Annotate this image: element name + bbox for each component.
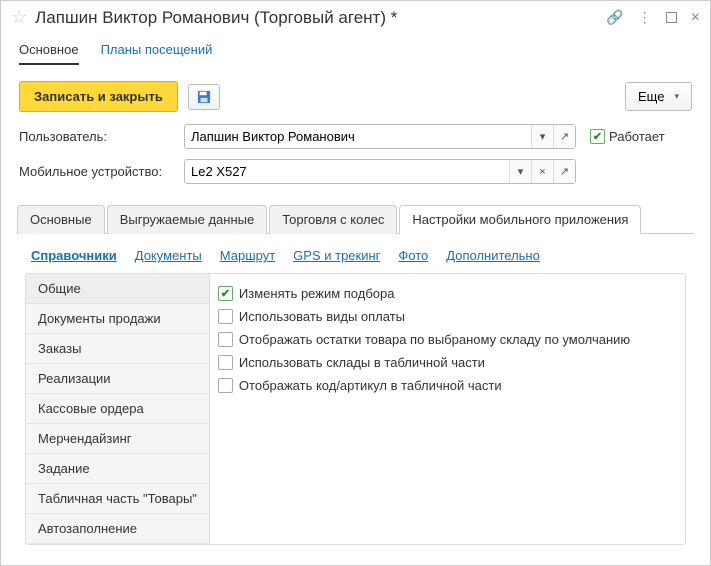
side-item-goods-table[interactable]: Табличная часть "Товары" — [26, 484, 209, 514]
form-area: Пользователь: ▾ ↗ ✔ Работает Мобильное у… — [1, 122, 710, 204]
user-open-button[interactable]: ↗ — [553, 125, 575, 148]
checkbox-icon[interactable] — [218, 355, 233, 370]
chevron-down-icon: ▾ — [674, 91, 679, 102]
tab-mobile-settings[interactable]: Настройки мобильного приложения — [399, 205, 641, 234]
options-pane: ✔ Изменять режим подбора Использовать ви… — [210, 274, 685, 544]
side-item-realizations[interactable]: Реализации — [26, 364, 209, 394]
device-dropdown-button[interactable]: ▾ — [509, 160, 531, 183]
option-show-code-in-table[interactable]: Отображать код/артикул в табличной части — [214, 374, 681, 397]
option-show-stock-default-warehouse[interactable]: Отображать остатки товара по выбраному с… — [214, 328, 681, 351]
side-item-sales-docs[interactable]: Документы продажи — [26, 304, 209, 334]
user-input[interactable] — [185, 125, 531, 148]
subnav-route[interactable]: Маршрут — [220, 248, 275, 263]
subnav-photo[interactable]: Фото — [398, 248, 428, 263]
kebab-menu-icon[interactable]: ⋮ — [638, 9, 652, 26]
tab-van-sales[interactable]: Торговля с колес — [269, 205, 397, 234]
titlebar-controls: 🔗 ⋮ × — [606, 9, 700, 27]
checkbox-icon[interactable] — [218, 332, 233, 347]
save-and-close-button[interactable]: Записать и закрыть — [19, 81, 178, 112]
titlebar: ☆ Лапшин Виктор Романович (Торговый аген… — [1, 1, 710, 34]
device-row: Мобильное устройство: ▾ × ↗ — [19, 159, 692, 184]
option-label: Использовать виды оплаты — [239, 309, 405, 324]
tab-export-data[interactable]: Выгружаемые данные — [107, 205, 268, 234]
favorite-star-icon[interactable]: ☆ — [11, 7, 27, 28]
option-label: Использовать склады в табличной части — [239, 355, 485, 370]
save-button[interactable] — [188, 84, 220, 110]
option-change-selection-mode[interactable]: ✔ Изменять режим подбора — [214, 282, 681, 305]
side-item-cash-orders[interactable]: Кассовые ордера — [26, 394, 209, 424]
close-icon[interactable]: × — [691, 9, 700, 27]
subnav-catalogs[interactable]: Справочники — [31, 248, 117, 263]
option-use-payment-types[interactable]: Использовать виды оплаты — [214, 305, 681, 328]
tab-strip: Основные Выгружаемые данные Торговля с к… — [17, 204, 694, 234]
floppy-icon — [197, 90, 211, 104]
device-input[interactable] — [185, 160, 509, 183]
side-list: Общие Документы продажи Заказы Реализаци… — [26, 274, 210, 544]
subnav-documents[interactable]: Документы — [135, 248, 202, 263]
device-label: Мобильное устройство: — [19, 164, 184, 179]
more-button[interactable]: Еще ▾ — [625, 82, 692, 111]
maximize-icon[interactable] — [666, 10, 677, 26]
side-item-task[interactable]: Задание — [26, 454, 209, 484]
subnav-gps[interactable]: GPS и трекинг — [293, 248, 380, 263]
window-title: Лапшин Виктор Романович (Торговый агент)… — [35, 8, 598, 28]
side-item-merchandising[interactable]: Мерчендайзинг — [26, 424, 209, 454]
device-open-button[interactable]: ↗ — [553, 160, 575, 183]
works-label: Работает — [609, 129, 665, 144]
user-dropdown-button[interactable]: ▾ — [531, 125, 553, 148]
user-label: Пользователь: — [19, 129, 184, 144]
nav-plans[interactable]: Планы посещений — [101, 42, 213, 65]
more-label: Еще — [638, 89, 664, 104]
option-use-warehouses-in-table[interactable]: Использовать склады в табличной части — [214, 351, 681, 374]
tab-basic[interactable]: Основные — [17, 205, 105, 234]
window: ☆ Лапшин Виктор Романович (Торговый аген… — [0, 0, 711, 566]
device-input-group: ▾ × ↗ — [184, 159, 576, 184]
user-row: Пользователь: ▾ ↗ ✔ Работает — [19, 124, 692, 149]
option-label: Отображать остатки товара по выбраному с… — [239, 332, 630, 347]
option-label: Изменять режим подбора — [239, 286, 395, 301]
section-nav: Основное Планы посещений — [1, 34, 710, 75]
side-item-general[interactable]: Общие — [26, 274, 209, 304]
works-checkbox-wrap[interactable]: ✔ Работает — [590, 129, 665, 144]
link-icon[interactable]: 🔗 — [606, 9, 623, 26]
subnav-additional[interactable]: Дополнительно — [446, 248, 540, 263]
content-pane: Общие Документы продажи Заказы Реализаци… — [25, 273, 686, 545]
toolbar: Записать и закрыть Еще ▾ — [1, 75, 710, 122]
side-item-autofill[interactable]: Автозаполнение — [26, 514, 209, 544]
subnav: Справочники Документы Маршрут GPS и трек… — [1, 234, 710, 273]
side-item-orders[interactable]: Заказы — [26, 334, 209, 364]
checkbox-icon[interactable]: ✔ — [218, 286, 233, 301]
device-clear-button[interactable]: × — [531, 160, 553, 183]
checkbox-icon[interactable] — [218, 378, 233, 393]
works-checkbox[interactable]: ✔ — [590, 129, 605, 144]
option-label: Отображать код/артикул в табличной части — [239, 378, 502, 393]
user-input-group: ▾ ↗ — [184, 124, 576, 149]
nav-main[interactable]: Основное — [19, 42, 79, 65]
checkbox-icon[interactable] — [218, 309, 233, 324]
